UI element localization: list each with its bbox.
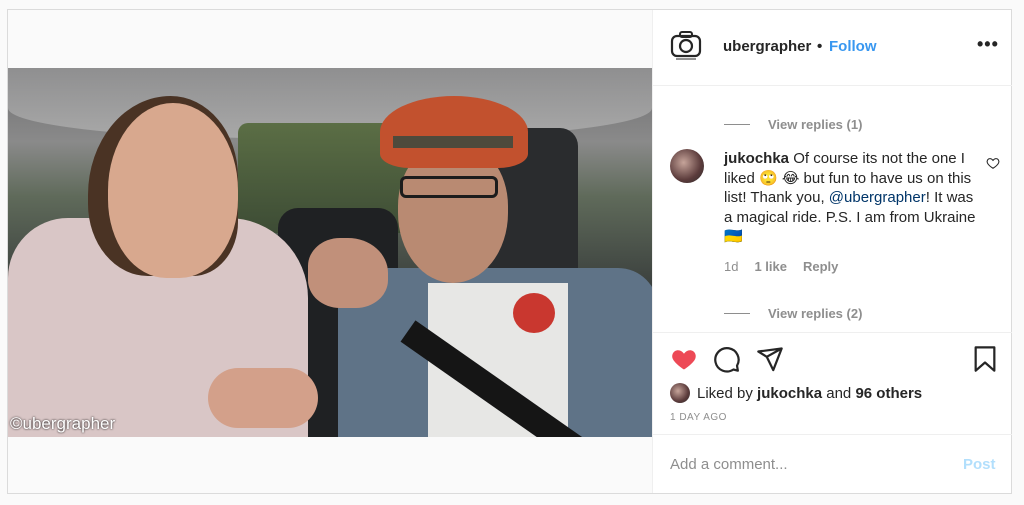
comment-username[interactable]: jukochka (724, 150, 789, 167)
post-header: ubergrapher • Follow ••• (653, 10, 1012, 86)
liked-and: and (826, 384, 852, 402)
header-separator: • (817, 38, 823, 55)
post-media: ©ubergrapher (8, 10, 652, 493)
more-icon[interactable]: ••• (977, 34, 999, 55)
liked-by-avatar[interactable] (670, 383, 690, 403)
comment-input[interactable]: Add a comment... (670, 456, 788, 473)
comments-section: View replies (1) jukochka Of course its … (653, 86, 1012, 332)
liked-prefix: Liked by (697, 384, 753, 402)
post-actions: Liked by jukochka and 96 others 1 DAY AG… (653, 332, 1012, 433)
shirt-heart-print (513, 293, 555, 333)
comment-avatar[interactable] (670, 149, 704, 183)
view-replies-label: View replies (2) (768, 306, 863, 321)
woman-arm (208, 368, 318, 428)
comment-mention[interactable]: @ubergrapher (829, 189, 926, 206)
comment-icon[interactable] (713, 345, 741, 373)
comment-likes[interactable]: 1 like (754, 259, 787, 274)
liked-by: Liked by jukochka and 96 others (670, 383, 922, 403)
liked-user[interactable]: jukochka (757, 385, 822, 402)
post-photo[interactable]: ©ubergrapher (8, 68, 652, 437)
replies-line (724, 124, 750, 125)
camera-icon[interactable] (670, 29, 702, 61)
view-replies-label: View replies (1) (768, 117, 863, 132)
post-comment-button[interactable]: Post (963, 456, 996, 473)
comment-age: 1d (724, 259, 739, 274)
add-comment-bar: Add a comment... Post (653, 434, 1012, 494)
heart-outline-icon[interactable] (986, 156, 1000, 170)
post-sidebar: ubergrapher • Follow ••• View replies (1… (652, 10, 1012, 493)
heart-filled-icon[interactable] (670, 345, 698, 373)
view-replies-button-2[interactable]: View replies (2) (724, 306, 862, 321)
comment-meta: 1d 1 like Reply (724, 259, 838, 274)
share-icon[interactable] (756, 345, 784, 373)
replies-line (724, 313, 750, 314)
bookmark-icon[interactable] (971, 345, 999, 373)
view-replies-button-1[interactable]: View replies (1) (724, 117, 862, 132)
pointing-hand (308, 238, 388, 308)
woman-face (108, 103, 238, 278)
post-username[interactable]: ubergrapher (723, 38, 811, 55)
hat-band (393, 136, 513, 148)
liked-others[interactable]: 96 others (855, 385, 922, 402)
post-time[interactable]: 1 DAY AGO (670, 412, 727, 423)
man-glasses (400, 176, 498, 198)
follow-button[interactable]: Follow (829, 38, 877, 55)
post-card: ©ubergrapher ubergrapher • Follow ••• Vi… (7, 9, 1012, 494)
photo-watermark: ©ubergrapher (10, 414, 116, 433)
reply-button[interactable]: Reply (803, 259, 838, 274)
man-hat (380, 96, 528, 168)
comment-body: jukochka Of course its not the one I lik… (724, 149, 979, 247)
